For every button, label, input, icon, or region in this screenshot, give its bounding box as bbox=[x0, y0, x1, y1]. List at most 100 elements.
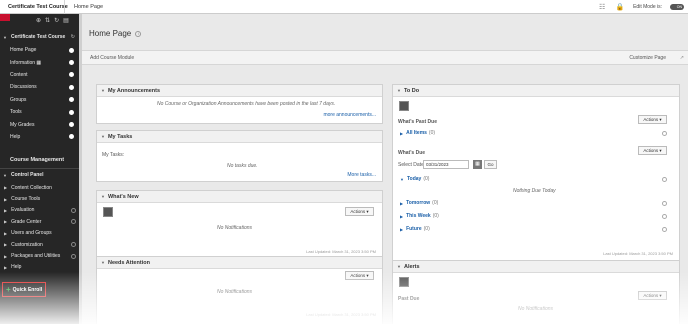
sidebar-item-home-page[interactable]: Home Page bbox=[0, 44, 79, 56]
whats-new-module: ▼ What's New Actions ▾ No Notifications L… bbox=[96, 190, 383, 260]
course-title-link[interactable]: Certificate Test Course bbox=[0, 4, 68, 10]
status-dot-icon bbox=[69, 84, 74, 90]
status-dot-icon bbox=[69, 134, 74, 140]
future-row[interactable]: ▶ Future (0) bbox=[400, 226, 430, 232]
all-items-count: (0) bbox=[428, 130, 436, 136]
sidebar-item-label: Content bbox=[10, 71, 28, 78]
module-header[interactable]: ▼ My Announcements bbox=[97, 85, 382, 97]
gear-icon[interactable] bbox=[662, 227, 667, 232]
tool-help[interactable]: ▶ Help bbox=[0, 262, 79, 273]
tool-course-tools[interactable]: ▶ Course Tools bbox=[0, 193, 79, 204]
sidebar-item-label: Home Page bbox=[10, 47, 37, 54]
announcements-module: ▼ My Announcements No Course or Organizat… bbox=[96, 84, 383, 124]
folder-icon[interactable]: ▤ bbox=[63, 17, 69, 24]
actions-button[interactable]: Actions ▾ bbox=[638, 291, 667, 300]
tool-grade-center[interactable]: ▶ Grade Center bbox=[0, 216, 79, 227]
sidebar-item-help[interactable]: Help bbox=[0, 131, 79, 143]
sidebar-item-content[interactable]: Content bbox=[0, 69, 79, 81]
tomorrow-row[interactable]: ▶ Tomorrow (0) bbox=[400, 200, 438, 206]
gear-icon[interactable] bbox=[71, 207, 76, 213]
gear-icon[interactable] bbox=[71, 242, 76, 248]
go-button[interactable]: Go bbox=[484, 160, 497, 169]
this-week-row[interactable]: ▶ This Week (0) bbox=[400, 213, 439, 219]
sidebar-item-my-grades[interactable]: My Grades bbox=[0, 118, 79, 130]
today-row[interactable]: ▼ Today (0) bbox=[400, 176, 429, 182]
actions-label: Actions bbox=[350, 209, 366, 214]
sidebar-toolbar: ⊕ ⇅ ↻ ▤ bbox=[36, 17, 69, 24]
past-due-heading: Past Due bbox=[398, 296, 420, 302]
actions-button[interactable]: Actions ▾ bbox=[638, 146, 667, 155]
status-dot-icon bbox=[69, 72, 74, 78]
module-header[interactable]: ▼ Needs Attention bbox=[97, 257, 382, 269]
quick-enroll-button[interactable]: + Quick Enroll bbox=[2, 282, 46, 297]
actions-button[interactable]: Actions ▾ bbox=[638, 115, 667, 124]
sidebar-item-label: Information ▦ bbox=[10, 59, 42, 66]
menu-tab[interactable] bbox=[0, 14, 10, 21]
chevron-right-icon: ▶ bbox=[4, 196, 8, 202]
plus-icon: + bbox=[6, 285, 11, 294]
whats-due-heading: What's Due bbox=[398, 150, 426, 156]
module-header[interactable]: ▼ To Do bbox=[393, 85, 679, 97]
chevron-right-icon: ▶ bbox=[4, 230, 8, 236]
tool-evaluation[interactable]: ▶ Evaluation bbox=[0, 205, 79, 216]
tool-content-collection[interactable]: ▶ Content Collection bbox=[0, 182, 79, 193]
actions-button[interactable]: Actions ▾ bbox=[345, 207, 374, 216]
tasks-label: My Tasks: bbox=[102, 152, 125, 158]
tool-packages-and-utilities[interactable]: ▶ Packages and Utilities bbox=[0, 250, 79, 261]
module-title: Alerts bbox=[403, 263, 420, 270]
chevron-down-icon: ▼ bbox=[3, 34, 7, 40]
tool-label: Customization bbox=[11, 241, 43, 248]
gear-icon[interactable] bbox=[662, 201, 667, 206]
lock-icon[interactable]: 🔒 bbox=[615, 3, 625, 11]
resize-arrows-icon[interactable]: ↗ bbox=[680, 55, 684, 61]
info-icon[interactable]: i bbox=[135, 30, 142, 37]
more-announcements-link[interactable]: more announcements... bbox=[323, 112, 376, 118]
sidebar-item-information[interactable]: Information ▦ bbox=[0, 56, 79, 68]
chevron-right-icon: ▶ bbox=[400, 213, 404, 219]
nothing-due-message: Nothing Due Today bbox=[513, 188, 556, 194]
chevron-right-icon: ▶ bbox=[400, 130, 404, 136]
empty-message: No Notifications bbox=[217, 225, 253, 231]
sort-icon[interactable]: ⇅ bbox=[45, 17, 50, 24]
date-field[interactable]: 03/31/2023 bbox=[423, 160, 469, 169]
sidebar-item-label: Help bbox=[10, 133, 21, 140]
add-icon[interactable]: ⊕ bbox=[36, 17, 41, 24]
all-items-row[interactable]: ▶ All Items (0) bbox=[400, 130, 435, 136]
gear-icon[interactable] bbox=[71, 219, 76, 225]
module-header[interactable]: ▼ What's New bbox=[97, 191, 382, 203]
breadcrumb[interactable]: Home Page bbox=[65, 4, 103, 10]
sidebar-course-title[interactable]: ▼ Certificate Test Course ↻ bbox=[0, 34, 79, 40]
status-dot-icon bbox=[69, 47, 74, 53]
customize-page-button[interactable]: Customize Page bbox=[629, 55, 666, 61]
module-header[interactable]: ▼ My Tasks bbox=[97, 131, 382, 143]
sidebar-item-groups[interactable]: Groups bbox=[0, 94, 79, 106]
refresh-icon[interactable]: ↻ bbox=[54, 17, 59, 24]
gear-icon[interactable] bbox=[662, 131, 667, 136]
refresh-icon[interactable]: ↻ bbox=[71, 34, 75, 40]
add-course-module-button[interactable]: Add Course Module bbox=[82, 55, 134, 61]
more-tasks-link[interactable]: More tasks... bbox=[347, 172, 376, 178]
control-panel-menu: ▶ Content Collection ▶ Course Tools ▶ Evalu… bbox=[0, 182, 79, 273]
module-header[interactable]: ▼ Alerts bbox=[393, 261, 679, 273]
edit-mode-toggle[interactable]: ON bbox=[670, 4, 684, 10]
chevron-right-icon: ▶ bbox=[4, 253, 8, 259]
sidebar-item-label: Discussions bbox=[10, 84, 37, 91]
future-label: Future bbox=[406, 226, 422, 232]
gear-icon[interactable] bbox=[662, 214, 667, 219]
actions-label: Actions bbox=[643, 117, 659, 122]
sidebar-item-tools[interactable]: Tools bbox=[0, 106, 79, 118]
control-panel-heading[interactable]: ▼ Control Panel bbox=[0, 172, 79, 178]
status-dot-icon bbox=[69, 97, 74, 103]
calendar-icon[interactable]: ▦ bbox=[473, 160, 482, 169]
last-updated: Last Updated: March 31, 2023 3:50 PM bbox=[603, 251, 673, 256]
actions-button[interactable]: Actions ▾ bbox=[345, 271, 374, 280]
sidebar-item-discussions[interactable]: Discussions bbox=[0, 81, 79, 93]
gear-icon[interactable] bbox=[71, 253, 76, 259]
page-title-text: Home Page bbox=[89, 29, 132, 38]
tool-customization[interactable]: ▶ Customization bbox=[0, 239, 79, 250]
gear-icon[interactable] bbox=[662, 177, 667, 182]
ellipsis-icon[interactable]: ☷ bbox=[597, 3, 607, 11]
tool-label: Evaluation bbox=[11, 207, 35, 214]
avatar bbox=[103, 207, 113, 217]
tool-users-and-groups[interactable]: ▶ Users and Groups bbox=[0, 228, 79, 239]
